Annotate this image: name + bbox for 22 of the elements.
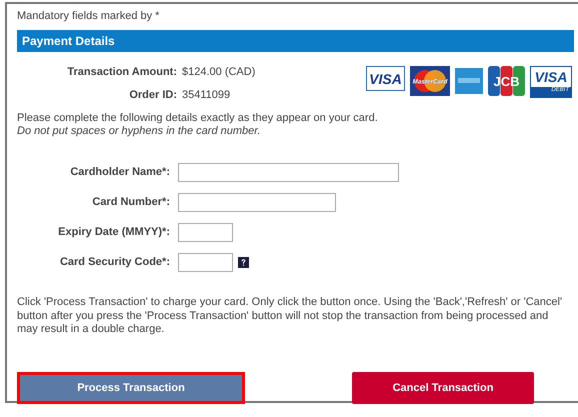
instructions-text: Please complete the following details exactly as they appear on your card. [17,112,379,125]
card-icon [455,66,483,96]
summary-value: $124.00 (CAD) [182,66,256,80]
help-icon[interactable] [238,256,249,268]
warning-text: Click 'Process Transaction' to charge your card. Only click the button once. Using the 'Back','Refresh' or 'Cancel' button after you press the 'Process Transaction' button will not stop the transaction from being processed and may result in a double charge. [17,296,564,336]
section-header: Payment Details [17,30,574,52]
summary-label: Transaction Amount: [66,66,177,80]
field-label: Card Security Code*: [58,256,170,268]
process-button[interactable]: Process Transaction [17,372,245,404]
mandatory-note: Mandatory fields marked by * [17,10,160,24]
input-field[interactable] [178,192,336,212]
input-field[interactable] [178,162,399,182]
cancel-button[interactable]: Cancel Transaction [352,372,534,404]
field-label: Cardholder Name*: [69,166,170,178]
visa-card-icon: VISA [366,66,405,91]
input-field[interactable] [178,222,233,242]
field-label: Expiry Date (MMYY)*: [57,226,170,238]
input-field[interactable] [178,252,233,272]
summary-value: 35411099 [182,89,230,103]
instructions-note: Do not put spaces or hyphens in the card number. [17,125,262,138]
summary-label: Order ID: [128,89,177,103]
field-label: Card Number*: [91,196,170,208]
